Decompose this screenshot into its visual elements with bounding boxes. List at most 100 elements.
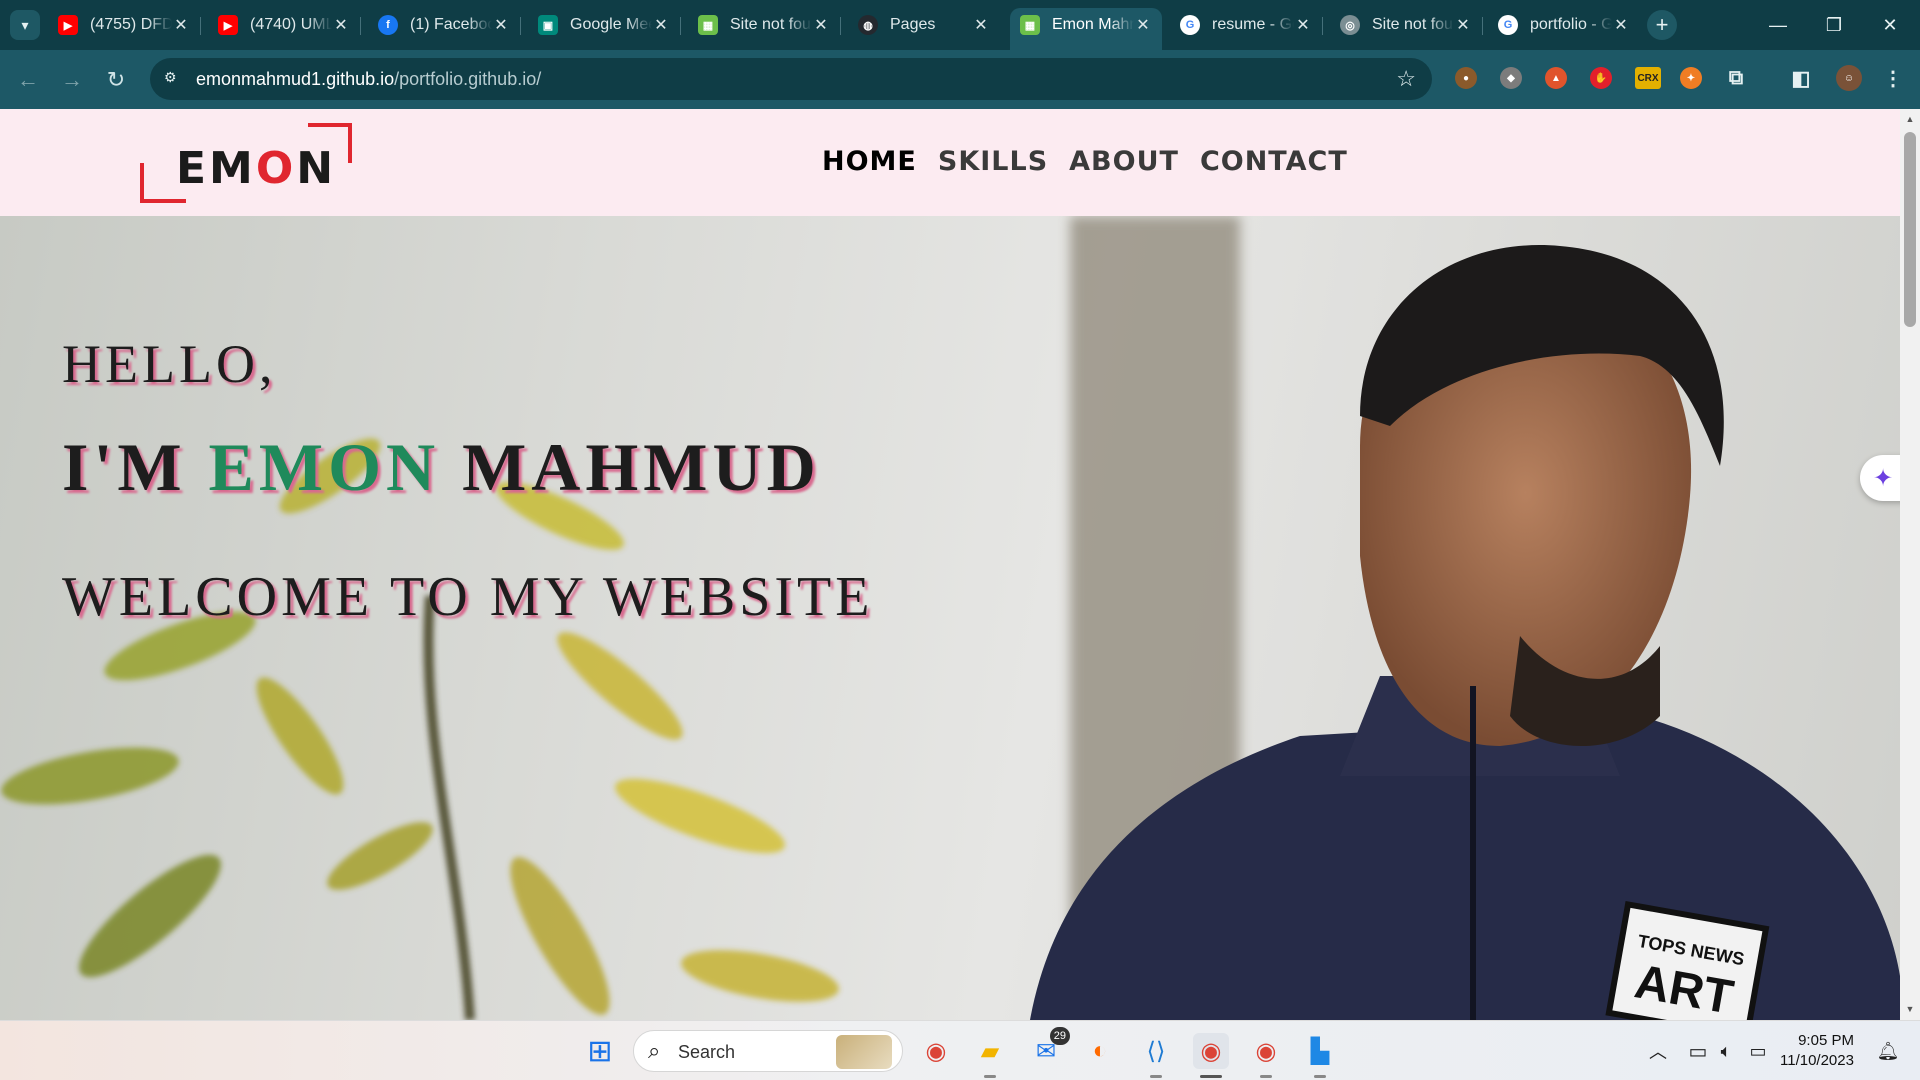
minimize-icon[interactable]: — — [1750, 0, 1806, 50]
search-label: Search — [678, 1042, 736, 1062]
crx-extension-icon[interactable]: CRX — [1635, 67, 1661, 89]
firefox-icon[interactable]: ◐ — [1082, 1033, 1118, 1069]
site-icon: ▦ — [1020, 15, 1040, 35]
tab-title: Site not found — [730, 16, 812, 33]
search-icon: ⌕ — [648, 1038, 661, 1063]
close-icon[interactable]: ✕ — [972, 15, 990, 35]
main-nav: HOME SKILLS ABOUT CONTACT — [822, 146, 1348, 177]
scroll-up-arrow-icon[interactable]: ▲ — [1900, 110, 1920, 128]
site-header: EMON HOME SKILLS ABOUT CONTACT — [0, 109, 1900, 216]
close-icon[interactable]: ✕ — [1612, 15, 1630, 35]
url-path: /portfolio.github.io/ — [394, 69, 542, 89]
address-bar[interactable]: ⚙ emonmahmud1.github.io/portfolio.github… — [150, 58, 1432, 100]
hero-hello: HELLO, — [62, 334, 277, 394]
github-icon: ◍ — [858, 15, 878, 35]
taskbar-search[interactable]: ⌕ Search — [633, 1030, 903, 1072]
close-icon[interactable]: ✕ — [812, 15, 830, 35]
side-panel-icon[interactable]: ◧ — [1790, 67, 1812, 90]
browser-tab[interactable]: ▶ (4755) DFD ✕ — [48, 8, 201, 42]
browser-tab[interactable]: ▦ Site not found ✕ — [688, 8, 841, 42]
browser-tab[interactable]: G resume - Google ✕ — [1170, 8, 1323, 42]
vscode-icon[interactable]: ⟨⟩ — [1138, 1033, 1174, 1078]
extension-icon[interactable]: ◆ — [1500, 67, 1522, 89]
tab-title: resume - Google — [1212, 16, 1294, 33]
extensions-puzzle-icon[interactable]: ⧉ — [1725, 67, 1747, 89]
nav-home-link[interactable]: HOME — [822, 146, 917, 177]
tab-title: Site not found — [1372, 16, 1454, 33]
cookie-extension-icon[interactable]: ● — [1455, 67, 1477, 89]
taskbar-clock[interactable]: 9:05 PM 11/10/2023 — [1780, 1031, 1854, 1071]
google-meet-icon: ▣ — [538, 15, 558, 35]
file-explorer-icon[interactable]: ▰ — [972, 1033, 1008, 1078]
google-icon: G — [1180, 15, 1200, 35]
hero-section: TOPS NEWS ART HELLO, I'M EMON MAHMUD WEL… — [0, 216, 1900, 1020]
clock-date: 11/10/2023 — [1780, 1052, 1854, 1069]
search-highlight-image — [836, 1035, 892, 1069]
photos-icon[interactable]: ▙ — [1302, 1033, 1338, 1078]
scroll-down-arrow-icon[interactable]: ▼ — [1900, 1000, 1920, 1018]
mail-badge: 29 — [1049, 1027, 1070, 1045]
hero-welcome: WELCOME TO MY WEBSITE — [62, 566, 874, 628]
tab-title: Emon Mahmud — [1052, 16, 1134, 33]
browser-tab[interactable]: G portfolio - Google ✕ — [1488, 8, 1640, 42]
reload-icon[interactable]: ↻ — [100, 64, 132, 96]
windows-start-icon[interactable]: ⊞ — [582, 1033, 618, 1069]
more-menu-icon[interactable]: ⋮ — [1882, 67, 1904, 90]
close-icon[interactable]: ✕ — [1134, 15, 1152, 35]
adblock-extension-icon[interactable]: ✋ — [1590, 67, 1612, 89]
volume-icon[interactable]: 🔈︎ — [1708, 1033, 1744, 1069]
nav-about-link[interactable]: ABOUT — [1069, 146, 1179, 177]
close-icon[interactable]: ✕ — [332, 15, 350, 35]
youtube-icon: ▶ — [218, 15, 238, 35]
back-arrow-icon[interactable]: ← — [12, 64, 44, 96]
restore-icon[interactable]: ❐ — [1806, 0, 1862, 50]
close-icon[interactable]: ✕ — [492, 15, 510, 35]
tab-search-chevron-icon[interactable]: ▾ — [10, 10, 40, 40]
clock-time: 9:05 PM — [1798, 1032, 1854, 1049]
chrome-active-icon[interactable]: ◉ — [1193, 1033, 1229, 1078]
forward-arrow-icon[interactable]: → — [56, 64, 88, 96]
close-icon[interactable]: ✕ — [172, 15, 190, 35]
notification-bell-icon[interactable]: 🔔︎ — [1870, 1033, 1906, 1069]
battery-icon[interactable]: ▭ — [1740, 1033, 1776, 1069]
close-icon[interactable]: ✕ — [1454, 15, 1472, 35]
browser-tab-strip: ▾ ▶ (4755) DFD ✕ ▶ (4740) UML ✕ f (1) Fa… — [0, 0, 1920, 50]
tab-title: (4755) DFD — [90, 16, 172, 33]
nav-skills-link[interactable]: SKILLS — [938, 146, 1048, 177]
chevron-up-icon[interactable]: ︿ — [1640, 1033, 1676, 1069]
logo-text: EMON — [176, 143, 337, 194]
browser-tab-active[interactable]: ▦ Emon Mahmud ✕ — [1010, 8, 1162, 50]
close-icon[interactable]: ✕ — [652, 15, 670, 35]
web-page: EMON HOME SKILLS ABOUT CONTACT TOPS NEWS… — [0, 109, 1900, 1020]
hero-name: I'M EMON MAHMUD — [62, 429, 821, 505]
tab-title: (4740) UML — [250, 16, 332, 33]
browser-tab[interactable]: ▣ Google Meet ✕ — [528, 8, 681, 42]
close-window-icon[interactable]: ✕ — [1862, 0, 1918, 50]
browser-tab[interactable]: ◎ Site not found ✕ — [1330, 8, 1483, 42]
windows-taskbar: ⊞ ⌕ Search ◉ ▰ ✉ 29 ◐ ⟨⟩ ◉ ◉ ▙ ︿ ▭ 🔈︎ ▭ 9… — [0, 1020, 1920, 1080]
chrome-icon[interactable]: ◉ — [918, 1033, 954, 1069]
extension-icon[interactable]: ✦ — [1680, 67, 1702, 89]
hero-first-name: EMON — [208, 429, 441, 505]
site-logo[interactable]: EMON — [138, 123, 354, 203]
flame-extension-icon[interactable]: ▲ — [1545, 67, 1567, 89]
close-icon[interactable]: ✕ — [1294, 15, 1312, 35]
google-icon: G — [1498, 15, 1518, 35]
mail-icon[interactable]: ✉ 29 — [1028, 1027, 1070, 1069]
youtube-icon: ▶ — [58, 15, 78, 35]
chrome-profile-icon[interactable]: ◉ — [1248, 1033, 1284, 1078]
tab-title: Pages — [890, 16, 936, 33]
facebook-icon: f — [378, 15, 398, 35]
site-info-icon[interactable]: ⚙ — [164, 69, 186, 89]
url-text[interactable]: emonmahmud1.github.io/portfolio.github.i… — [196, 69, 541, 90]
browser-tab[interactable]: f (1) Facebook ✕ — [368, 8, 521, 42]
foliage — [1, 438, 839, 1020]
nav-contact-link[interactable]: CONTACT — [1200, 146, 1348, 177]
browser-tab[interactable]: ▶ (4740) UML ✕ — [208, 8, 361, 42]
scrollbar-thumb[interactable] — [1904, 132, 1916, 327]
new-tab-plus-icon[interactable]: + — [1647, 10, 1677, 40]
profile-avatar[interactable]: ☺ — [1836, 65, 1862, 91]
tab-title: portfolio - Google — [1530, 16, 1612, 33]
browser-tab[interactable]: ◍ Pages ✕ — [848, 8, 1000, 42]
bookmark-star-icon[interactable]: ☆ — [1396, 66, 1416, 92]
